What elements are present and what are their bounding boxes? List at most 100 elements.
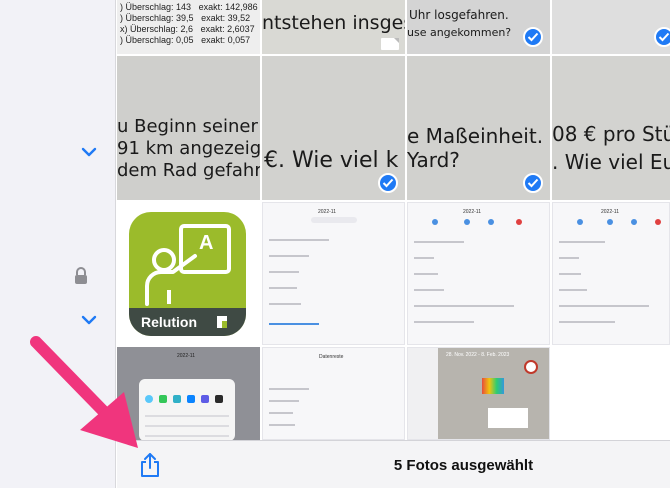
photo-thumbnail[interactable]: 2022-11 <box>117 347 260 440</box>
list-line <box>145 415 229 417</box>
list-line <box>269 424 295 426</box>
photo-thumbnail[interactable] <box>552 0 670 54</box>
list-line <box>559 289 587 291</box>
list-line <box>559 257 579 259</box>
dot-icon <box>464 219 470 225</box>
photo-text-line: 08 € pro Stüc <box>552 122 670 146</box>
dot-icon <box>655 219 661 225</box>
memory-date: 28. Nov. 2022 - 8. Feb. 2023 <box>446 352 510 358</box>
calc-prefix: ) <box>120 35 123 45</box>
color-chart-thumb <box>482 378 504 394</box>
list-line <box>414 305 514 307</box>
list-line <box>414 321 474 323</box>
photo-thumbnail[interactable]: 2022-11 <box>552 202 670 345</box>
selected-checkmark-icon <box>523 27 543 47</box>
photo-thumbnail[interactable]: e Maßeinheit. 1 Yard? <box>407 56 550 200</box>
photo-thumbnail[interactable]: ntstehen insgesam <box>262 0 405 54</box>
selected-checkmark-icon <box>523 173 543 193</box>
board-letter: A <box>199 232 214 254</box>
photo-text-line: 91 km angezeigt. <box>117 138 260 159</box>
app-icon <box>145 395 153 403</box>
list-line <box>414 289 444 291</box>
photo-thumbnail[interactable]: €. Wie viel k <box>262 56 405 200</box>
photo-text-line: Yard? <box>407 148 460 172</box>
dot-icon <box>488 219 494 225</box>
chevron-down-icon[interactable] <box>78 312 100 328</box>
share-sheet <box>139 379 235 440</box>
calc-exact: exakt: 142,986 <box>198 2 258 12</box>
dot-icon <box>432 219 438 225</box>
dot-icon <box>516 219 522 225</box>
app-icon <box>187 395 195 403</box>
list-line <box>269 255 309 257</box>
calc-exact: exakt: 2,6037 <box>200 24 255 34</box>
photo-text-block: e Maßeinheit. 1 Yard? <box>407 124 550 172</box>
list-line <box>145 425 229 427</box>
list-line <box>559 273 581 275</box>
calc-approx: Überschlag: 2,6 <box>130 24 194 34</box>
list-line <box>559 321 615 323</box>
photo-thumbnail[interactable]: u Beginn seiner R 91 km angezeigt. dem R… <box>117 56 260 200</box>
chevron-down-icon[interactable] <box>78 144 100 160</box>
list-line <box>269 287 297 289</box>
list-line-blue <box>269 323 319 325</box>
screenshot-title: 2022-11 <box>318 209 336 215</box>
calc-approx: Überschlag: 39,5 <box>125 13 194 23</box>
screenshot-title: 2022-11 <box>177 353 195 359</box>
app-icon <box>159 395 167 403</box>
photo-thumbnail[interactable]: A Relution <box>117 202 260 345</box>
photo-collage: 28. Nov. 2022 - 8. Feb. 2023 <box>438 348 549 439</box>
photo-text: €. Wie viel k <box>264 148 399 173</box>
photo-thumbnail[interactable]: 08 € pro Stüc . Wie viel Eu <box>552 56 670 200</box>
screenshot-title: 2022-11 <box>463 209 481 215</box>
list-line <box>145 435 229 437</box>
photo-thumbnail[interactable]: Datenreste <box>262 347 405 440</box>
photo-text-line: . Wie viel Eu <box>552 150 670 174</box>
relution-app-icon: A Relution <box>129 212 246 336</box>
list-line <box>269 239 329 241</box>
app-name: Relution <box>141 314 197 330</box>
photos-app-screen: ) Überschlag: 143 exakt: 142,986 ) Übers… <box>0 0 670 488</box>
selected-checkmark-icon <box>654 27 670 47</box>
segmented-control <box>311 217 357 223</box>
calc-prefix: ) <box>120 2 123 12</box>
empty-slot <box>552 347 670 440</box>
list-line <box>414 241 464 243</box>
photo-text-line: u Beginn seiner R <box>117 116 260 137</box>
sidebar <box>0 0 116 488</box>
photo-text: ntstehen insgesam <box>262 12 405 34</box>
photo-text-block: u Beginn seiner R 91 km angezeigt. dem R… <box>117 116 260 182</box>
thumbnail-badge-icon <box>381 38 399 50</box>
dot-icon <box>607 219 613 225</box>
app-icon <box>173 395 181 403</box>
photo-grid: ) Überschlag: 143 exakt: 142,986 ) Übers… <box>117 0 670 440</box>
no-sign-icon <box>524 360 538 374</box>
calc-list: ) Überschlag: 143 exakt: 142,986 ) Übers… <box>120 2 258 46</box>
photo-thumbnail[interactable]: 28. Nov. 2022 - 8. Feb. 2023 <box>407 347 550 440</box>
calc-exact: exakt: 39,52 <box>201 13 251 23</box>
screenshot-title: 2022-11 <box>601 209 619 215</box>
selected-checkmark-icon <box>378 173 398 193</box>
photo-thumbnail[interactable]: 2022-11 <box>262 202 405 345</box>
photo-thumbnail[interactable]: ) Überschlag: 143 exakt: 142,986 ) Übers… <box>117 0 260 54</box>
list-line <box>559 241 605 243</box>
calc-approx: Überschlag: 143 <box>125 2 192 12</box>
calc-approx: Überschlag: 0,05 <box>125 35 194 45</box>
selection-count: 5 Fotos ausgewählt <box>393 457 534 474</box>
photo-thumbnail[interactable]: Uhr losgefahren. use angekommen? <box>407 0 550 54</box>
list-line <box>269 400 299 402</box>
photo-text: Uhr losgefahren. <box>409 8 509 22</box>
photo-text-line: dem Rad gefahre <box>117 160 260 181</box>
photo-thumbnail[interactable]: 2022-11 <box>407 202 550 345</box>
app-icon <box>215 395 223 403</box>
screenshot-title: Datenreste <box>319 354 344 360</box>
list-line <box>414 257 434 259</box>
app-name-band: Relution <box>129 308 246 336</box>
calc-exact: exakt: 0,057 <box>201 35 251 45</box>
lock-icon <box>75 267 87 284</box>
photo-text: use angekommen? <box>407 26 512 39</box>
list-line <box>559 305 649 307</box>
calc-prefix: ) <box>120 13 123 23</box>
dot-icon <box>631 219 637 225</box>
app-icon <box>201 395 209 403</box>
